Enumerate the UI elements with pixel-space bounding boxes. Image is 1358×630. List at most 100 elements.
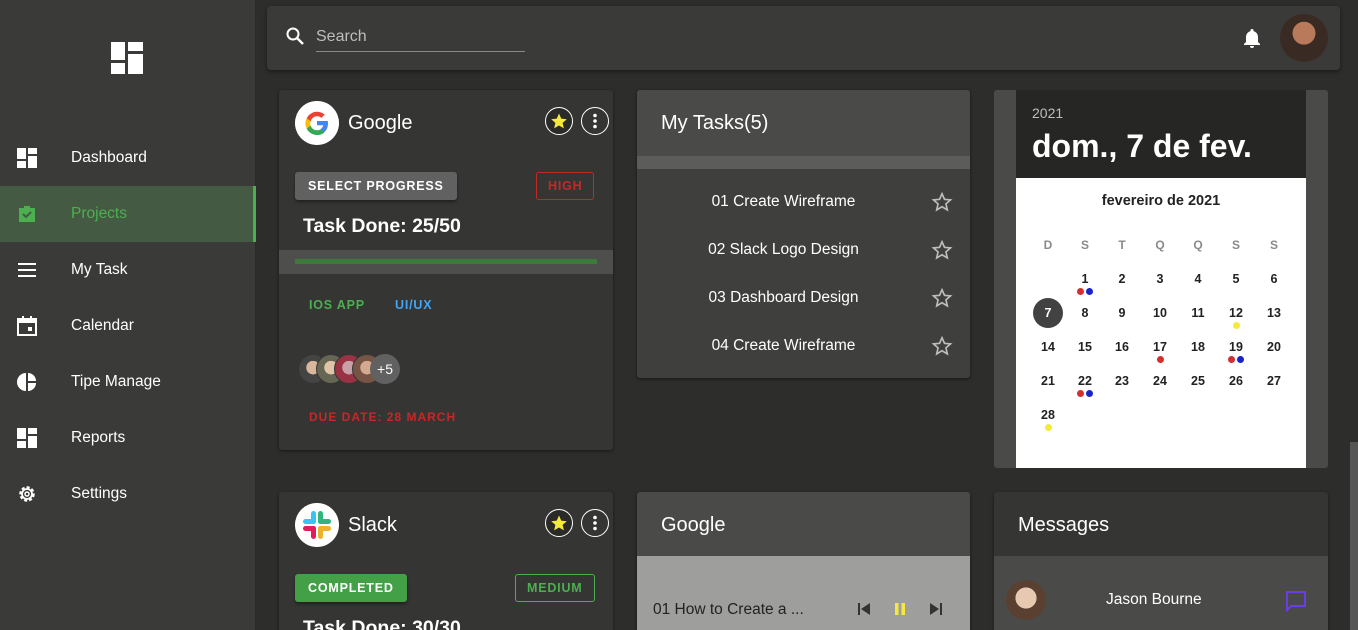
sidebar-item-calendar[interactable]: Calendar: [0, 298, 256, 354]
calendar-day[interactable]: 28: [1033, 400, 1063, 431]
messages-title: Messages: [1018, 514, 1110, 536]
task-item[interactable]: 04 Create Wireframe: [637, 323, 970, 371]
calendar-day[interactable]: 7: [1033, 298, 1063, 328]
sidebar-item-tipe-manage[interactable]: Tipe Manage: [0, 354, 256, 410]
list-icon: [18, 263, 36, 277]
calendar-day[interactable]: 18: [1183, 332, 1213, 362]
calendar-day[interactable]: 23: [1107, 366, 1137, 396]
calendar-day[interactable]: 16: [1107, 332, 1137, 362]
calendar-day[interactable]: 4: [1183, 264, 1213, 294]
calendar-day[interactable]: 2: [1107, 264, 1137, 294]
skip-previous-icon[interactable]: [856, 601, 872, 617]
event-dots: [1221, 356, 1251, 363]
media-player: 01 How to Create a ...: [637, 556, 970, 630]
reports-icon: [17, 428, 37, 448]
event-dot: [1044, 424, 1052, 431]
calendar-day[interactable]: 22: [1070, 366, 1100, 397]
calendar-day[interactable]: 8: [1070, 298, 1100, 328]
weekday-label: T: [1118, 238, 1126, 252]
dashboard-logo-icon[interactable]: [111, 42, 143, 74]
calendar-day[interactable]: 9: [1107, 298, 1137, 328]
media-title: Google: [661, 514, 726, 536]
more-options-button[interactable]: [581, 107, 609, 135]
star-outline-icon[interactable]: [931, 239, 953, 261]
sidebar-item-reports[interactable]: Reports: [0, 410, 256, 466]
favorite-button[interactable]: [545, 509, 573, 537]
task-done-label: Task Done: 30/30: [303, 617, 461, 630]
calendar-icon: [17, 316, 37, 336]
tasks-header: My Tasks(5): [637, 90, 970, 156]
event-dots: [1070, 288, 1100, 295]
calendar-day[interactable]: 3: [1145, 264, 1175, 294]
calendar-day[interactable]: 20: [1259, 332, 1289, 362]
contact-avatar: [1006, 580, 1046, 620]
favorite-button[interactable]: [545, 107, 573, 135]
sidebar-item-projects[interactable]: Projects: [0, 186, 256, 242]
slack-logo-icon: [295, 503, 339, 547]
calendar-day[interactable]: 10: [1145, 298, 1175, 328]
weekday-label: Q: [1193, 238, 1203, 252]
calendar-day[interactable]: 15: [1070, 332, 1100, 362]
select-progress-button[interactable]: SELECT PROGRESS: [295, 172, 457, 200]
media-card: Google 01 How to Create a ...: [637, 492, 970, 630]
calendar-day[interactable]: 12: [1221, 298, 1251, 329]
calendar-month-label: fevereiro de 2021: [1101, 193, 1221, 209]
tasks-divider: [637, 156, 970, 169]
sidebar-item-my-task[interactable]: My Task: [0, 242, 256, 298]
star-outline-icon[interactable]: [931, 191, 953, 213]
sidebar-item-label: Tipe Manage: [71, 373, 161, 390]
calendar-day[interactable]: 26: [1221, 366, 1251, 396]
calendar-day[interactable]: 17: [1145, 332, 1175, 363]
event-dot: [1086, 288, 1093, 295]
calendar-day[interactable]: 21: [1033, 366, 1063, 396]
sidebar-item-label: My Task: [71, 261, 128, 278]
dashboard-icon: [17, 148, 37, 168]
member-avatars[interactable]: +5: [298, 354, 400, 384]
sidebar-nav: Dashboard Projects My Task Calendar Tipe…: [0, 130, 256, 522]
briefcase-icon: [19, 206, 35, 222]
calendar-day[interactable]: 14: [1033, 332, 1063, 362]
star-outline-icon[interactable]: [931, 335, 953, 357]
calendar-day[interactable]: 24: [1145, 366, 1175, 396]
top-app-bar: [267, 6, 1340, 70]
event-dots: [1221, 322, 1251, 329]
sidebar-item-dashboard[interactable]: Dashboard: [0, 130, 256, 186]
google-logo-icon: [295, 101, 339, 145]
calendar-day[interactable]: 25: [1183, 366, 1213, 396]
notification-bell-icon[interactable]: [1241, 27, 1263, 49]
task-label: 01 Create Wireframe: [711, 193, 856, 210]
event-dots: [1033, 424, 1063, 431]
message-item[interactable]: Jason Bourne: [994, 556, 1328, 630]
star-outline-icon[interactable]: [931, 287, 953, 309]
calendar-day[interactable]: 1: [1070, 264, 1100, 295]
sidebar-item-label: Dashboard: [71, 149, 147, 166]
calendar-day[interactable]: 19: [1221, 332, 1251, 363]
sidebar-item-settings[interactable]: Settings: [0, 466, 256, 522]
calendar-day[interactable]: 6: [1259, 264, 1289, 294]
sidebar-item-label: Settings: [71, 485, 128, 502]
calendar-header: 2021 dom., 7 de fev.: [1016, 90, 1306, 178]
calendar-day[interactable]: 11: [1183, 298, 1213, 328]
task-item[interactable]: 02 Slack Logo Design: [637, 227, 970, 275]
project-title: Google: [348, 112, 413, 134]
calendar-year[interactable]: 2021: [1032, 105, 1063, 121]
event-dots: [1070, 390, 1100, 397]
weekday-label: Q: [1155, 238, 1165, 252]
more-options-button[interactable]: [581, 509, 609, 537]
task-item[interactable]: 03 Dashboard Design: [637, 275, 970, 323]
task-item[interactable]: 01 Create Wireframe: [637, 179, 970, 227]
calendar-day[interactable]: 13: [1259, 298, 1289, 328]
user-avatar[interactable]: [1280, 14, 1328, 62]
pause-icon[interactable]: [892, 601, 908, 617]
status-button[interactable]: COMPLETED: [295, 574, 407, 602]
chat-icon[interactable]: [1284, 589, 1308, 613]
calendar-day[interactable]: 27: [1259, 366, 1289, 396]
star-icon: [551, 113, 567, 129]
event-dot: [1232, 322, 1240, 329]
priority-badge: MEDIUM: [515, 574, 595, 602]
page-scrollbar[interactable]: [1350, 442, 1358, 630]
search-input[interactable]: [316, 22, 525, 52]
calendar-day[interactable]: 5: [1221, 264, 1251, 294]
skip-next-icon[interactable]: [928, 601, 944, 617]
progress-fill: [295, 259, 597, 264]
